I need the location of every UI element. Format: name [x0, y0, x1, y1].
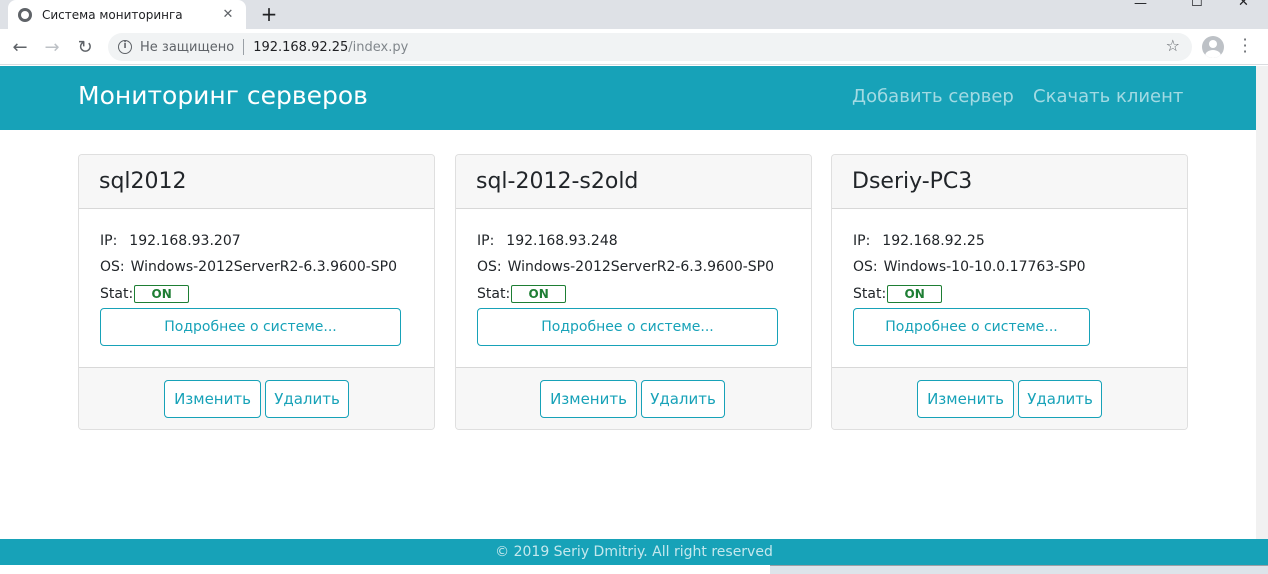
forward-arrow-icon[interactable]: →: [40, 35, 64, 59]
os-value: Windows-2012ServerR2-6.3.9600-SP0: [507, 259, 775, 275]
stat-label: Stat:: [853, 286, 887, 302]
site-brand[interactable]: Мониторинг серверов: [78, 81, 368, 110]
site-footer: © 2019 Seriy Dmitriy. All right reserved: [0, 539, 1268, 565]
stat-row: Stat: ON: [100, 285, 190, 303]
server-card-body: IP: 192.168.92.25 OS: Windows-10-10.0.1776…: [832, 209, 1187, 367]
ip-row: IP: 192.168.92.25: [853, 233, 985, 249]
server-name: sql2012: [79, 155, 434, 209]
bookmark-star-icon[interactable]: ☆: [1166, 36, 1180, 55]
ip-value: 192.168.92.25: [882, 233, 985, 249]
back-arrow-icon[interactable]: ←: [8, 35, 32, 59]
ip-label: IP:: [477, 233, 495, 249]
stat-label: Stat:: [100, 286, 134, 302]
globe-icon: [18, 7, 32, 22]
delete-button[interactable]: Удалить: [1018, 380, 1102, 418]
server-card: sql2012 IP: 192.168.93.207 OS: Windows-201…: [78, 154, 435, 430]
server-card-footer: Изменить Удалить: [456, 367, 811, 429]
ip-row: IP: 192.168.93.207: [100, 233, 241, 249]
url-path[interactable]: /index.py: [348, 40, 408, 55]
ip-value: 192.168.93.248: [506, 233, 618, 249]
menu-dots-icon[interactable]: · · ·: [1238, 32, 1252, 60]
page-scrollbar[interactable]: [1256, 66, 1268, 574]
edit-button[interactable]: Изменить: [540, 380, 637, 418]
edit-button[interactable]: Изменить: [164, 380, 261, 418]
details-button[interactable]: Подробнее о системе...: [853, 308, 1090, 346]
status-badge: ON: [134, 285, 190, 303]
address-bar[interactable]: i Не защищено 192.168.92.25 /index.py ☆: [108, 33, 1192, 61]
details-button[interactable]: Подробнее о системе...: [100, 308, 401, 346]
address-separator: [243, 39, 245, 55]
reload-icon[interactable]: ↻: [73, 35, 97, 59]
window-close-icon[interactable]: ✕: [1238, 0, 1249, 10]
maximize-icon[interactable]: ☐: [1191, 0, 1203, 10]
server-card: Dseriy-PC3 IP: 192.168.92.25 OS: Windows-1…: [831, 154, 1188, 430]
delete-button[interactable]: Удалить: [265, 380, 349, 418]
os-value: Windows-10-10.0.17763-SP0: [883, 259, 1086, 275]
status-badge: ON: [887, 285, 943, 303]
server-card-body: IP: 192.168.93.207 OS: Windows-2012ServerR…: [79, 209, 434, 367]
os-label: OS:: [853, 259, 878, 275]
os-label: OS:: [100, 259, 125, 275]
os-label: OS:: [477, 259, 502, 275]
new-tab-button[interactable]: +: [258, 2, 280, 26]
ip-value: 192.168.93.207: [129, 233, 241, 249]
browser-tab[interactable]: Система мониторинга ✕: [8, 0, 246, 29]
server-card-body: IP: 192.168.93.248 OS: Windows-2012ServerR…: [456, 209, 811, 367]
server-card: sql-2012-s2old IP: 192.168.93.248 OS: Wind…: [455, 154, 812, 430]
delete-button[interactable]: Удалить: [641, 380, 725, 418]
os-value: Windows-2012ServerR2-6.3.9600-SP0: [130, 259, 398, 275]
profile-avatar-icon[interactable]: [1202, 36, 1224, 58]
server-card-footer: Изменить Удалить: [832, 367, 1187, 429]
stat-label: Stat:: [477, 286, 511, 302]
server-name: Dseriy-PC3: [832, 155, 1187, 209]
url-host[interactable]: 192.168.92.25: [253, 40, 348, 55]
ip-row: IP: 192.168.93.248: [477, 233, 618, 249]
stat-row: Stat: ON: [853, 285, 943, 303]
server-name: sql-2012-s2old: [456, 155, 811, 209]
site-navbar: Мониторинг серверов Добавить сервер Скач…: [0, 66, 1256, 130]
ip-label: IP:: [853, 233, 871, 249]
tab-close-icon[interactable]: ✕: [220, 7, 236, 22]
browser-toolbar: ← → ↻ i Не защищено 192.168.92.25 /index…: [0, 29, 1268, 65]
details-button[interactable]: Подробнее о системе...: [477, 308, 778, 346]
stat-row: Stat: ON: [477, 285, 567, 303]
status-badge: ON: [511, 285, 567, 303]
nav-link-download-client[interactable]: Скачать клиент: [1033, 86, 1183, 107]
security-label[interactable]: Не защищено: [140, 40, 234, 55]
nav-link-add-server[interactable]: Добавить сервер: [852, 86, 1014, 107]
os-row: OS: Windows-2012ServerR2-6.3.9600-SP0: [477, 259, 774, 275]
browser-tabstrip: Система мониторинга ✕ + — ☐ ✕: [0, 0, 1268, 29]
os-row: OS: Windows-2012ServerR2-6.3.9600-SP0: [100, 259, 397, 275]
tab-title: Система мониторинга: [42, 7, 183, 22]
server-card-footer: Изменить Удалить: [79, 367, 434, 429]
os-row: OS: Windows-10-10.0.17763-SP0: [853, 259, 1085, 275]
edit-button[interactable]: Изменить: [917, 380, 1014, 418]
ip-label: IP:: [100, 233, 118, 249]
minimize-icon[interactable]: —: [1134, 0, 1147, 11]
info-icon[interactable]: i: [118, 40, 132, 54]
horizontal-scrollbar[interactable]: [770, 565, 1268, 574]
